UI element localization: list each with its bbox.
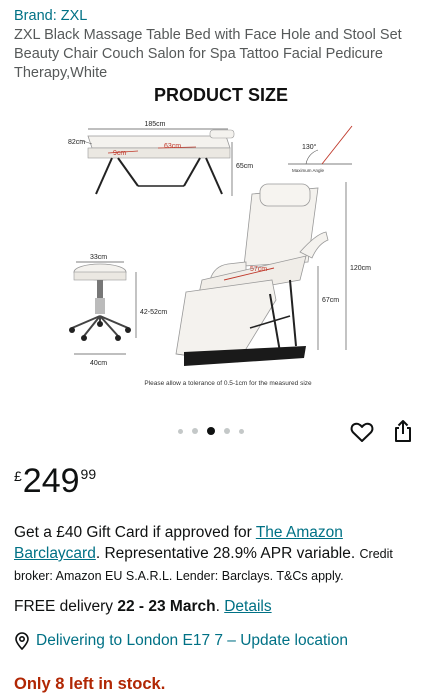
carousel-dot-active[interactable]	[207, 427, 215, 435]
location-pin-icon	[15, 632, 29, 650]
carousel-dots[interactable]	[178, 427, 244, 435]
dim-seat-height: 67cm	[322, 297, 339, 304]
delivery-info: FREE delivery 22 - 23 March. Details	[14, 598, 272, 616]
gift-card-promo: Get a £40 Gift Card if approved for The …	[14, 522, 419, 587]
brand-link[interactable]: Brand: ZXL	[14, 8, 87, 24]
dim-angle: 130°	[302, 143, 317, 151]
delivery-location[interactable]: Delivering to London E17 7 – Update loca…	[14, 632, 348, 650]
dim-back-rest: 63cm	[164, 143, 181, 150]
dim-stool-base: 40cm	[90, 360, 107, 367]
tolerance-note: Please allow a tolerance of 0.5-1cm for …	[144, 380, 312, 387]
stool-illustration: 33cm 42-52cm 40cm	[69, 254, 167, 367]
carousel-dot[interactable]	[239, 428, 244, 434]
location-text[interactable]: Delivering to London E17 7 – Update loca…	[36, 632, 348, 650]
price-currency: £	[14, 468, 22, 484]
dim-stool-top: 33cm	[90, 254, 107, 261]
stock-status: Only 8 left in stock.	[14, 675, 166, 693]
chair-illustration: 57cm 120cm 67cm	[175, 182, 371, 366]
delivery-lead: FREE delivery	[14, 598, 118, 615]
image-heading: PRODUCT SIZE	[154, 85, 288, 105]
delivery-sep: .	[215, 598, 225, 615]
dim-bed-width: 82cm	[68, 139, 85, 146]
bed-illustration: 185cm 82cm 9cm 63cm 65cm	[68, 121, 253, 196]
angle-indicator: 130° Maximum Angle	[288, 125, 353, 173]
dim-stool-height: 42-52cm	[140, 309, 167, 316]
dim-chair-height: 120cm	[350, 265, 371, 272]
dim-face-hole: 9cm	[113, 150, 126, 157]
dim-bed-height: 65cm	[236, 163, 253, 170]
carousel-dot[interactable]	[178, 428, 183, 434]
carousel-dot[interactable]	[224, 428, 230, 434]
product-title: ZXL Black Massage Table Bed with Face Ho…	[14, 27, 402, 81]
delivery-dates: 22 - 23 March	[117, 598, 216, 615]
share-icon[interactable]	[393, 419, 413, 443]
product-image[interactable]: PRODUCT SIZE 185cm 82cm 9cm 63cm 65cm 13…	[0, 84, 431, 404]
product-size-diagram: PRODUCT SIZE 185cm 82cm 9cm 63cm 65cm 13…	[68, 85, 371, 387]
carousel-dot[interactable]	[192, 428, 198, 434]
delivery-details-link[interactable]: Details	[224, 598, 271, 615]
dim-bed-length: 185cm	[144, 121, 165, 128]
price: £ 249 99	[14, 462, 96, 500]
price-whole: 249	[22, 462, 80, 500]
price-fraction: 99	[80, 466, 97, 482]
angle-caption: Maximum Angle	[292, 168, 325, 173]
promo-apr: . Representative 28.9% APR variable.	[95, 545, 360, 562]
promo-lead: Get a £40 Gift Card if approved for	[14, 524, 256, 541]
heart-icon[interactable]	[350, 421, 374, 443]
dim-seat: 57cm	[250, 266, 267, 273]
